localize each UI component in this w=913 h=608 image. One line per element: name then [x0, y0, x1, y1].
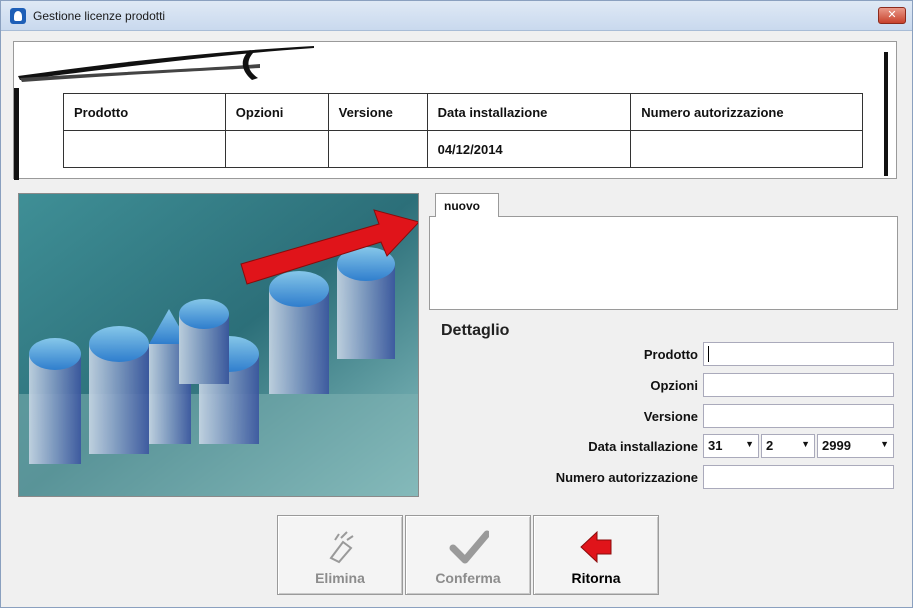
ritorna-label: Ritorna: [571, 570, 621, 586]
cell-data-installazione[interactable]: 04/12/2014: [426, 130, 632, 168]
logo-swoosh: [18, 46, 314, 82]
year-select[interactable]: 2999 ▼: [817, 434, 894, 458]
field-row-numero-autorizzazione: Numero autorizzazione: [429, 465, 898, 491]
opzioni-input[interactable]: [703, 373, 894, 397]
table-row[interactable]: 04/12/2014: [63, 130, 863, 168]
cell-prodotto[interactable]: [63, 130, 226, 168]
eraser-icon: [329, 531, 354, 564]
field-row-opzioni: Opzioni: [429, 373, 898, 399]
elimina-label: Elimina: [315, 570, 365, 586]
window-title: Gestione licenze prodotti: [33, 9, 166, 23]
elimina-button[interactable]: Elimina: [277, 515, 403, 595]
action-buttons: Elimina Conferma Ritorna: [277, 515, 661, 597]
col-header-data-installazione[interactable]: Data installazione: [426, 93, 632, 131]
main-window: Gestione licenze prodotti ✕ Prodotto Opz…: [0, 0, 913, 608]
tab-panel-nuovo: [429, 216, 898, 310]
tab-nuovo[interactable]: nuovo: [435, 193, 499, 217]
conferma-label: Conferma: [435, 570, 501, 586]
title-bar: Gestione licenze prodotti ✕: [1, 1, 912, 31]
panel-edge-left: [14, 88, 19, 180]
conferma-button[interactable]: Conferma: [405, 515, 531, 595]
chevron-down-icon: ▼: [880, 439, 889, 449]
close-button[interactable]: ✕: [878, 7, 906, 24]
ritorna-button[interactable]: Ritorna: [533, 515, 659, 595]
cylinders-illustration: [19, 194, 418, 496]
cell-numero-autorizzazione[interactable]: [630, 130, 863, 168]
month-select[interactable]: 2 ▼: [761, 434, 815, 458]
text-caret: [708, 345, 709, 362]
versione-label: Versione: [643, 409, 698, 424]
day-select[interactable]: 31 ▼: [703, 434, 759, 458]
chevron-down-icon: ▼: [745, 439, 754, 449]
field-row-data-installazione: Data installazione 31 ▼ 2 ▼ 2999 ▼: [429, 434, 898, 460]
detail-section-label: Dettaglio: [441, 322, 510, 339]
col-header-numero-autorizzazione[interactable]: Numero autorizzazione: [630, 93, 863, 131]
month-value: 2: [766, 438, 774, 453]
versione-input[interactable]: [703, 404, 894, 428]
license-list-panel: Prodotto Opzioni Versione Data installaz…: [13, 41, 897, 180]
col-header-versione[interactable]: Versione: [327, 93, 428, 131]
prodotto-label: Prodotto: [643, 347, 698, 362]
opzioni-label: Opzioni: [650, 378, 698, 393]
checkmark-icon: [449, 530, 489, 564]
field-row-prodotto: Prodotto: [429, 342, 898, 368]
cell-opzioni[interactable]: [224, 130, 329, 168]
numero-autorizzazione-label: Numero autorizzazione: [555, 470, 698, 485]
data-installazione-label: Data installazione: [588, 439, 698, 454]
col-header-opzioni[interactable]: Opzioni: [224, 93, 329, 131]
field-row-versione: Versione: [429, 404, 898, 430]
red-arrow-left-icon: [580, 530, 612, 564]
numero-autorizzazione-input[interactable]: [703, 465, 894, 489]
chevron-down-icon: ▼: [801, 439, 810, 449]
app-icon: [10, 8, 26, 24]
panel-edge-right: [884, 52, 888, 176]
cell-versione[interactable]: [327, 130, 428, 168]
day-value: 31: [708, 438, 723, 453]
prodotto-input[interactable]: [703, 342, 894, 366]
decorative-image: [18, 193, 419, 497]
table-header-row: Prodotto Opzioni Versione Data installaz…: [63, 93, 863, 131]
tab-control: nuovo: [429, 189, 898, 311]
year-value: 2999: [822, 438, 851, 453]
col-header-prodotto[interactable]: Prodotto: [63, 93, 226, 131]
license-table[interactable]: Prodotto Opzioni Versione Data installaz…: [63, 93, 863, 168]
